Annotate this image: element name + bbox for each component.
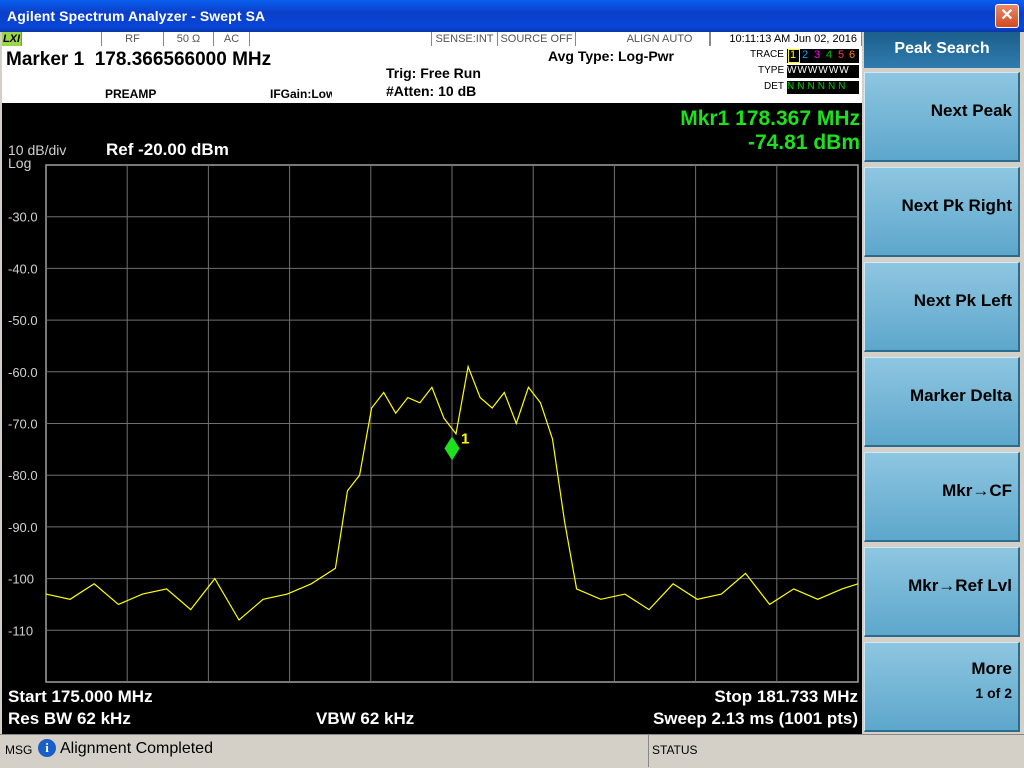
trace-numbers[interactable]: 1 2 3 4 5 6 — [787, 49, 859, 63]
y-tick-label: -80.0 — [8, 468, 38, 483]
mkr-to-cf-softkey[interactable]: Mkr→CF — [864, 452, 1020, 542]
y-tick-label: -110 — [8, 623, 33, 638]
y-tick-label: -60.0 — [8, 365, 38, 380]
analyzer-window: Agilent Spectrum Analyzer - Swept SA ✕ L… — [0, 0, 1024, 768]
align-indicator: ALIGN AUTO — [576, 32, 710, 46]
trace-detectors: NNNNNN — [787, 81, 859, 94]
msgbar-divider — [648, 735, 649, 767]
sense-indicator: SENSE:INT — [432, 32, 498, 46]
msg-label: MSG — [5, 743, 33, 757]
spectrum-plot[interactable]: -30.0 -40.0 -50.0 -60.0 -70.0 -80.0 -90.0 -100 -… — [2, 103, 862, 734]
trace-num-4: 4 — [826, 49, 833, 61]
status-label: STATUS — [652, 743, 698, 757]
marker-frequency: 178.366566000 MHz — [94, 49, 272, 70]
trace-num-5: 5 — [838, 49, 845, 61]
next-pk-left-softkey[interactable]: Next Pk Left — [864, 262, 1020, 352]
marker-frequency-box[interactable]: Marker 1 178.366566000 MHz — [2, 46, 332, 73]
trace-num-3: 3 — [814, 49, 821, 61]
softkey-panel: Peak Search Next Peak Next Pk Right Next… — [864, 32, 1024, 734]
datetime: 10:11:13 AM Jun 02, 2016 — [710, 32, 862, 46]
det-label: DET — [764, 81, 784, 92]
rf-indicator: RF — [102, 32, 164, 46]
attenuation-label: #Atten: 10 dB — [386, 83, 477, 99]
y-tick-label: -70.0 — [8, 417, 38, 432]
marker-1-label: 1 — [461, 430, 469, 447]
source-indicator: SOURCE OFF — [498, 32, 576, 46]
plot-grid — [46, 165, 858, 682]
coupling-indicator: AC — [214, 32, 250, 46]
y-tick-labels: -30.0 -40.0 -50.0 -60.0 -70.0 -80.0 -90.0 -100 -… — [8, 210, 38, 639]
lxi-badge: LXI — [2, 32, 22, 46]
trace-label: TRACE — [750, 49, 784, 60]
y-tick-label: -30.0 — [8, 210, 38, 225]
type-label: TYPE — [758, 65, 785, 76]
mkr-to-ref-lvl-softkey[interactable]: Mkr→Ref Lvl — [864, 547, 1020, 637]
settings-panel: Trig: Free Run #Atten: 10 dB Avg Type: L… — [332, 46, 862, 103]
next-peak-softkey[interactable]: Next Peak — [864, 72, 1020, 162]
status-blank — [22, 32, 102, 46]
y-tick-label: -100 — [8, 572, 34, 587]
start-frequency[interactable]: Start 175.000 MHz — [8, 687, 153, 707]
close-button[interactable]: ✕ — [995, 4, 1019, 28]
trace-num-2: 2 — [802, 49, 809, 61]
message-bar: MSG i Alignment Completed STATUS — [0, 734, 1024, 768]
avg-type-label: Avg Type: Log-Pwr — [548, 48, 674, 64]
window-title: Agilent Spectrum Analyzer - Swept SA — [7, 8, 266, 24]
impedance-indicator: 50 Ω — [164, 32, 214, 46]
marker-1-diamond — [444, 436, 460, 461]
instrument-display: LXI RF 50 Ω AC SENSE:INT SOURCE OFF ALIG… — [2, 32, 862, 734]
stop-frequency[interactable]: Stop 181.733 MHz — [714, 687, 858, 707]
trace-num-6: 6 — [849, 49, 856, 61]
y-tick-label: -50.0 — [8, 313, 38, 328]
spectrum-screen[interactable]: 10 dB/div Log Ref -20.00 dBm Mkr1 178.36… — [2, 103, 862, 734]
marker-delta-softkey[interactable]: Marker Delta — [864, 357, 1020, 447]
trigger-label: Trig: Free Run — [386, 65, 481, 81]
y-tick-label: -90.0 — [8, 520, 38, 535]
status-blank-2 — [250, 32, 432, 46]
info-icon: i — [38, 739, 56, 757]
sweep-time[interactable]: Sweep 2.13 ms (1001 pts) — [653, 709, 858, 729]
more-softkey[interactable]: More 1 of 2 — [864, 642, 1020, 732]
status-message: Alignment Completed — [60, 740, 213, 757]
trace-types: WWWWWW — [787, 65, 859, 78]
marker-label: Marker 1 — [6, 49, 85, 70]
preamp-label: PREAMP — [105, 87, 157, 101]
title-bar: Agilent Spectrum Analyzer - Swept SA ✕ — [0, 0, 1024, 32]
next-pk-right-softkey[interactable]: Next Pk Right — [864, 167, 1020, 257]
y-tick-label: -40.0 — [8, 261, 38, 276]
video-bandwidth[interactable]: VBW 62 kHz — [316, 709, 414, 729]
resolution-bandwidth[interactable]: Res BW 62 kHz — [8, 709, 131, 729]
preamp-row: PREAMP IFGain:Low — [2, 73, 382, 103]
more-page-indicator: 1 of 2 — [975, 685, 1012, 701]
ifgain-label: IFGain:Low — [270, 87, 336, 101]
trace-num-1: 1 — [790, 49, 797, 61]
softkey-menu-title: Peak Search — [864, 32, 1020, 68]
